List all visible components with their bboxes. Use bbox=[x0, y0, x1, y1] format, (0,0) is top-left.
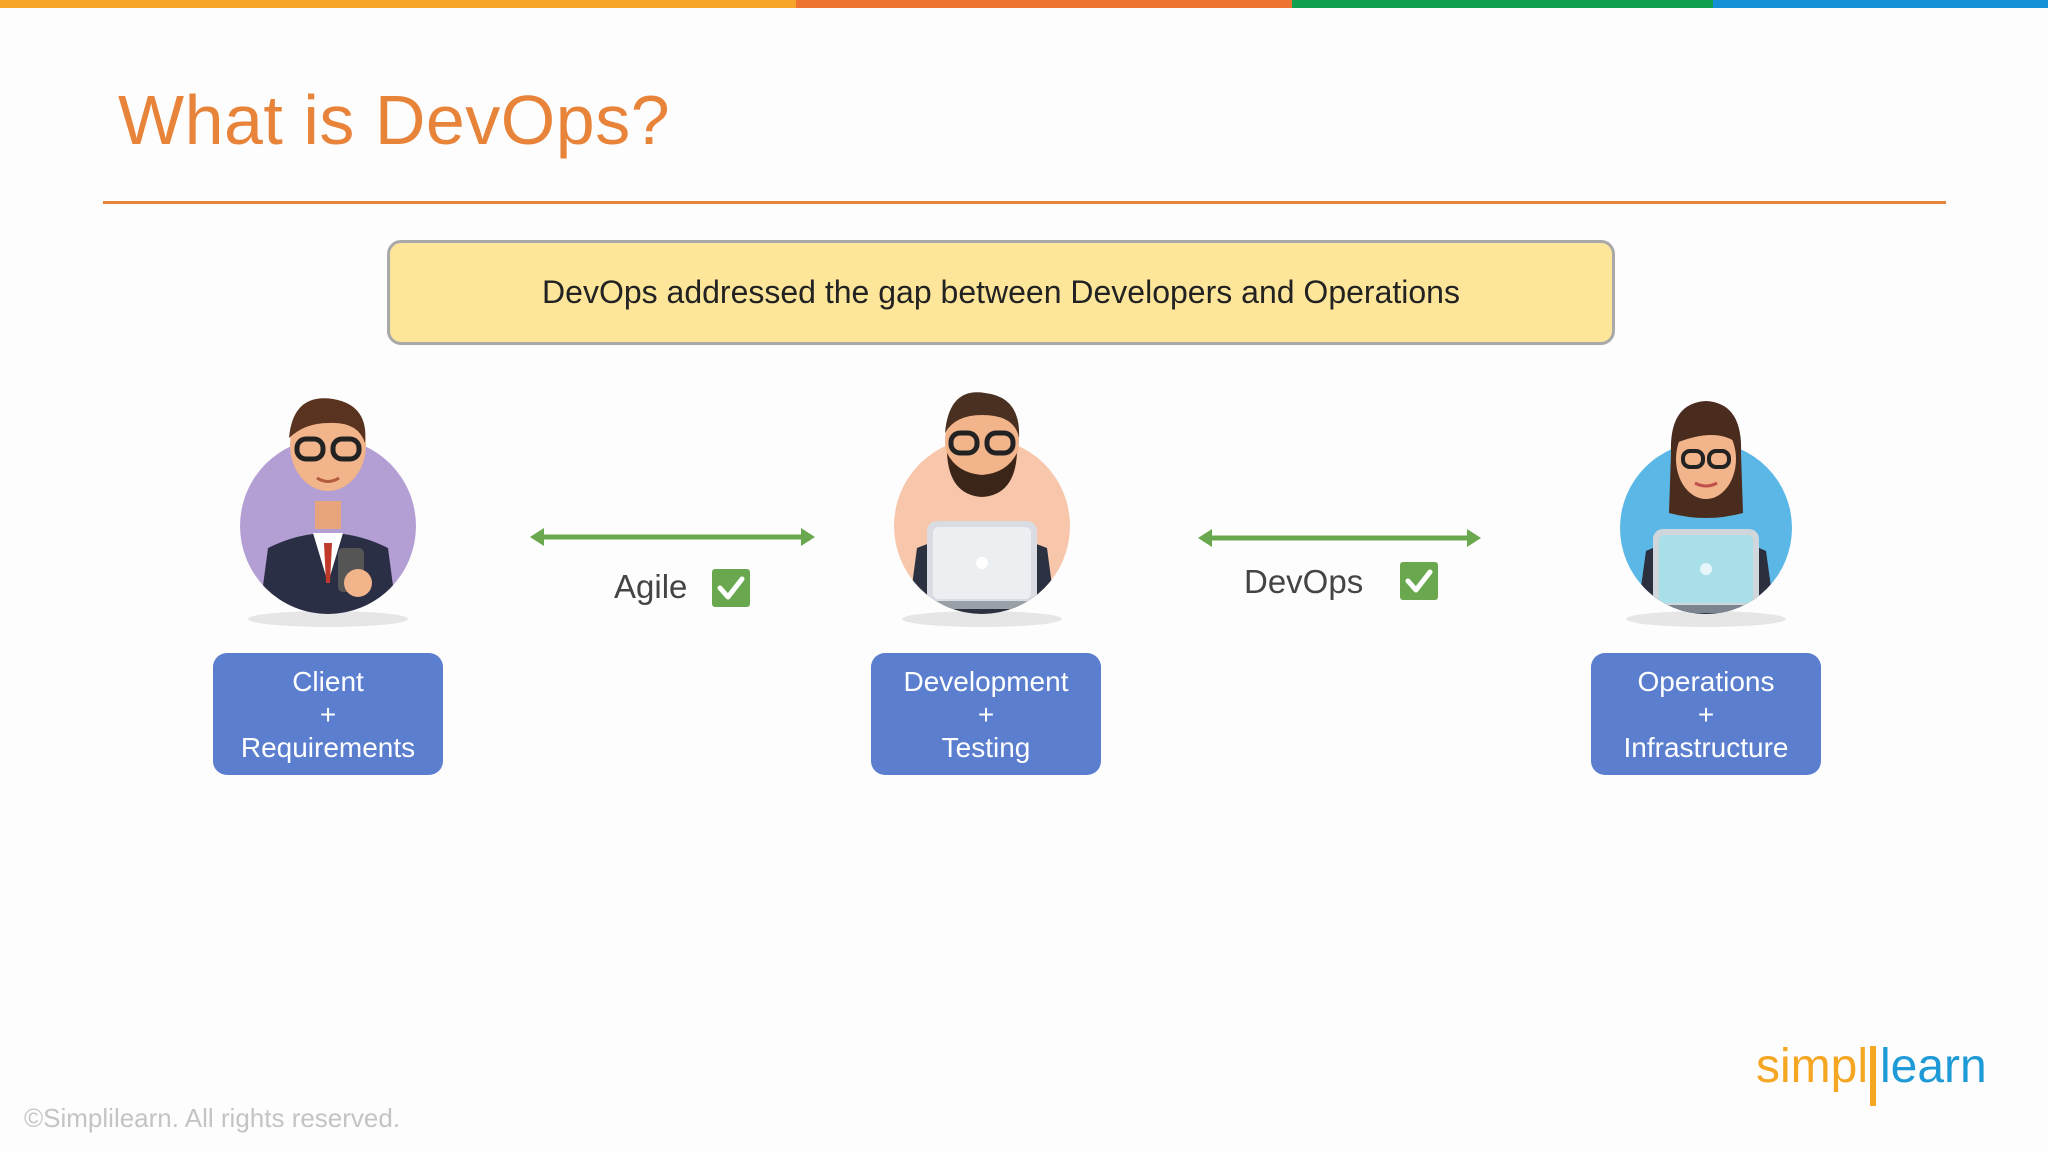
client-requirements-box: Client + Requirements bbox=[213, 653, 443, 775]
banner-text: DevOps addressed the gap between Develop… bbox=[542, 274, 1460, 310]
role-line-2: + bbox=[319, 698, 337, 730]
copyright-text: ©Simplilearn. All rights reserved. bbox=[24, 1103, 401, 1133]
top-bar-segment-green bbox=[1292, 0, 1713, 8]
top-bar-segment-orange bbox=[796, 0, 1292, 8]
role-line-2: + bbox=[977, 698, 995, 730]
role-line-3: Requirements bbox=[240, 731, 416, 763]
developer-avatar-icon bbox=[867, 383, 1097, 633]
simplilearn-logo: simpl learn bbox=[1756, 1038, 1988, 1108]
role-line-3: Infrastructure bbox=[1623, 731, 1789, 763]
logo-text-right: learn bbox=[1880, 1040, 1987, 1093]
role-line-1: Development bbox=[903, 665, 1069, 697]
devops-double-arrow bbox=[1198, 523, 1481, 553]
agile-label: Agile bbox=[614, 568, 688, 605]
development-testing-box: Development + Testing bbox=[871, 653, 1101, 775]
top-color-bar bbox=[0, 0, 2048, 8]
role-line-1: Operations bbox=[1637, 665, 1775, 697]
logo-text-left: simpl bbox=[1756, 1040, 1868, 1093]
role-line-1: Client bbox=[292, 665, 364, 697]
slide-title: What is DevOps? bbox=[118, 81, 671, 159]
operations-infrastructure-box: Operations + Infrastructure bbox=[1591, 653, 1821, 775]
operations-avatar-icon bbox=[1591, 383, 1821, 633]
banner-callout: DevOps addressed the gap between Develop… bbox=[387, 240, 1615, 345]
top-bar-segment-yellow bbox=[0, 0, 796, 8]
title-divider bbox=[103, 201, 1946, 204]
role-line-2: + bbox=[1697, 698, 1715, 730]
checkmark-icon bbox=[712, 569, 750, 607]
role-line-3: Testing bbox=[941, 731, 1031, 763]
businessman-avatar-icon bbox=[213, 383, 443, 633]
checkmark-icon bbox=[1400, 562, 1438, 600]
agile-double-arrow bbox=[530, 522, 815, 552]
top-bar-segment-blue bbox=[1713, 0, 2048, 8]
devops-label: DevOps bbox=[1244, 563, 1364, 600]
